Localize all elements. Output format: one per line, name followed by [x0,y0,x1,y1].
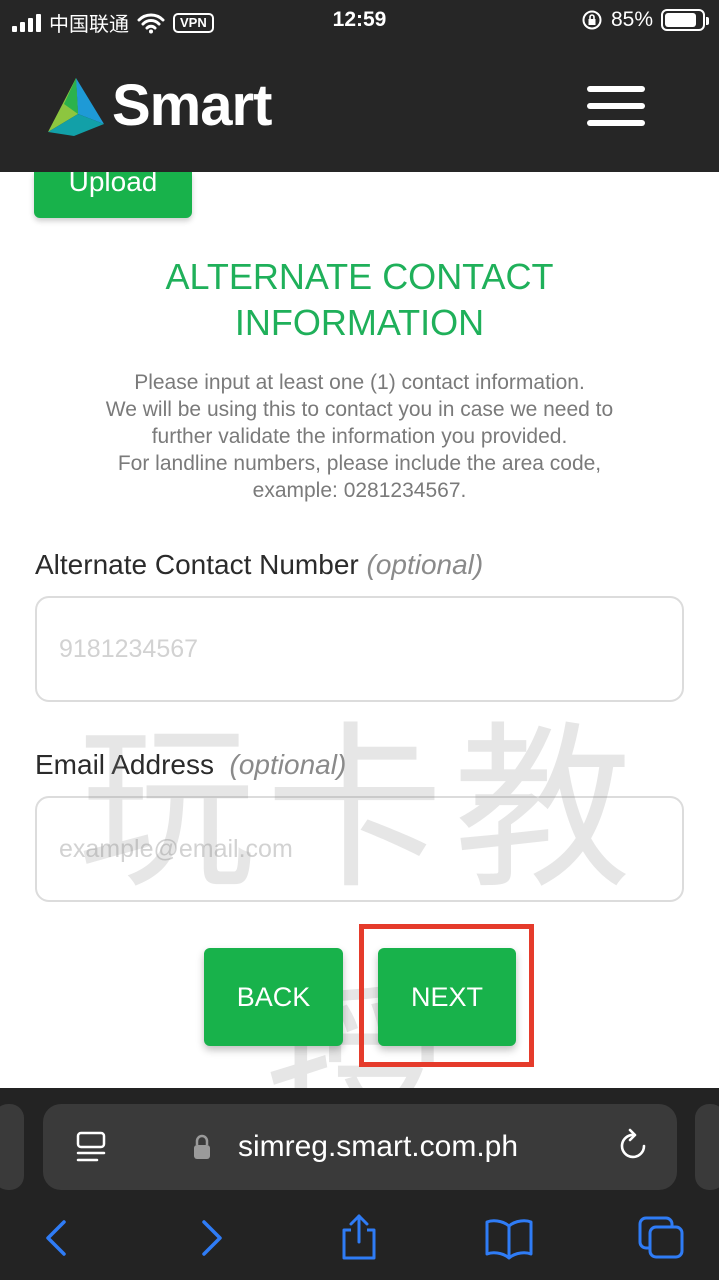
forward-arrow-icon[interactable] [186,1216,236,1260]
description-line-5: example: 0281234567. [252,479,467,502]
status-right: 85% [581,8,709,32]
address-bar[interactable]: simreg.smart.com.ph [43,1104,677,1190]
phone-optional-tag: (optional) [366,549,484,580]
email-address-label: Email Address (optional) [35,749,346,781]
description-line-4: For landline numbers, please include the… [117,452,602,475]
share-icon[interactable] [334,1212,384,1262]
back-arrow-icon[interactable] [32,1216,82,1260]
hamburger-menu-icon[interactable] [587,86,647,128]
battery-fill [665,13,696,27]
reload-icon[interactable] [617,1128,651,1164]
section-title-line-1: ALTERNATE CONTACT [165,256,554,297]
alternate-contact-number-input[interactable] [35,596,684,702]
tabs-icon[interactable] [636,1216,686,1260]
phone-label-text: Alternate Contact Number [35,549,359,580]
site-header: Smart [0,40,719,172]
alternate-contact-number-label: Alternate Contact Number (optional) [35,549,483,581]
upload-button-label: Upload [68,172,158,197]
back-button[interactable]: BACK [204,948,343,1046]
description-line-3: further validate the information you pro… [151,425,568,448]
upload-button[interactable]: Upload [34,172,192,218]
description-line-1: Please input at least one (1) contact in… [134,371,585,394]
description-line-2: We will be using this to contact you in … [105,398,614,421]
battery-icon [661,9,709,31]
status-bar: 中国联通 VPN 12:59 85% [0,0,719,40]
email-optional-tag: (optional) [229,749,347,780]
battery-percent: 85% [610,8,653,31]
email-label-text: Email Address [35,749,214,780]
email-address-input[interactable] [35,796,684,902]
brand-name: Smart [112,73,272,138]
smart-logo[interactable]: Smart [44,72,272,139]
orientation-lock-icon [582,10,602,30]
section-description: Please input at least one (1) contact in… [0,369,719,504]
next-button-highlight-box [359,924,534,1067]
smart-logo-icon [48,77,104,136]
url-text: simreg.smart.com.ph [237,1130,519,1163]
section-title-line-2: INFORMATION [234,302,485,343]
next-tab-preview[interactable] [695,1104,719,1190]
section-title: ALTERNATE CONTACT INFORMATION [0,254,719,346]
bookmarks-icon[interactable] [484,1216,534,1260]
browser-bottom-bar: simreg.smart.com.ph [0,1088,719,1280]
previous-tab-preview[interactable] [0,1104,24,1190]
